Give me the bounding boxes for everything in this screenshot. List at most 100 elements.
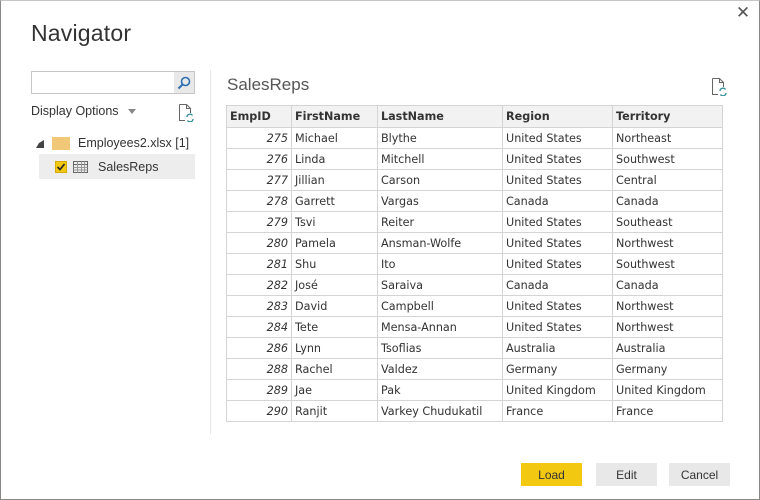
table-cell: Pak xyxy=(377,379,503,401)
preview-table: EmpID FirstName LastName Region Territory 27… xyxy=(226,105,723,422)
table-cell: United States xyxy=(502,316,613,338)
table-cell: 279 xyxy=(226,211,292,233)
search-box xyxy=(31,71,195,94)
table-row: 277 Jillian Carson United States Central xyxy=(226,169,723,191)
table-cell: 283 xyxy=(226,295,292,317)
table-cell: 282 xyxy=(226,274,292,296)
checkmark-icon xyxy=(56,162,66,171)
table-cell: 280 xyxy=(226,232,292,254)
table-cell: 288 xyxy=(226,358,292,380)
dialog-title: Navigator xyxy=(31,20,132,46)
table-row: 276 Linda Mitchell United States Southwest xyxy=(226,148,723,170)
table-cell: Australia xyxy=(612,337,723,359)
table-cell: Central xyxy=(612,169,723,191)
table-cell: Southwest xyxy=(612,148,723,170)
table-cell: Ito xyxy=(377,253,503,275)
cancel-button[interactable]: Cancel xyxy=(669,463,730,486)
table-cell: Australia xyxy=(502,337,613,359)
table-cell: France xyxy=(502,400,613,422)
table-cell: Campbell xyxy=(377,295,503,317)
search-icon xyxy=(177,76,191,89)
table-cell: Ranjit xyxy=(291,400,378,422)
folder-icon xyxy=(52,136,70,150)
display-options-dropdown[interactable]: Display Options xyxy=(31,104,136,118)
table-cell: Southeast xyxy=(612,211,723,233)
table-cell: United States xyxy=(502,295,613,317)
table-row: 281 Shu Ito United States Southwest xyxy=(226,253,723,275)
table-cell: Canada xyxy=(502,274,613,296)
table-cell: 290 xyxy=(226,400,292,422)
table-cell: United Kingdom xyxy=(612,379,723,401)
refresh-button[interactable] xyxy=(178,103,194,127)
table-cell: 276 xyxy=(226,148,292,170)
column-header: Territory xyxy=(612,105,723,128)
table-cell: Southwest xyxy=(612,253,723,275)
table-cell: Mensa-Annan xyxy=(377,316,503,338)
table-cell: Reiter xyxy=(377,211,503,233)
tree-item-workbook[interactable]: Employees2.xlsx [1] xyxy=(36,133,189,153)
table-cell: Northwest xyxy=(612,232,723,254)
table-cell: Lynn xyxy=(291,337,378,359)
table-cell: Mitchell xyxy=(377,148,503,170)
table-cell: Tsoflias xyxy=(377,337,503,359)
salesreps-checkbox[interactable] xyxy=(55,160,67,173)
table-cell: 275 xyxy=(226,127,292,149)
table-cell: United States xyxy=(502,211,613,233)
table-cell: Jillian xyxy=(291,169,378,191)
table-cell: Rachel xyxy=(291,358,378,380)
table-cell: Northeast xyxy=(612,127,723,149)
column-header: LastName xyxy=(377,105,503,128)
table-cell: United States xyxy=(502,169,613,191)
table-cell: France xyxy=(612,400,723,422)
table-cell: Canada xyxy=(502,190,613,212)
table-cell: Shu xyxy=(291,253,378,275)
display-options-label: Display Options xyxy=(31,104,119,118)
table-cell: Tsvi xyxy=(291,211,378,233)
table-cell: 289 xyxy=(226,379,292,401)
table-cell: Ansman-Wolfe xyxy=(377,232,503,254)
table-row: 278 Garrett Vargas Canada Canada xyxy=(226,190,723,212)
tree-item-label: Employees2.xlsx [1] xyxy=(78,136,190,150)
table-row: 284 Tete Mensa-Annan United States Northwest xyxy=(226,316,723,338)
table-cell: Garrett xyxy=(291,190,378,212)
table-cell: Tete xyxy=(291,316,378,338)
pane-divider xyxy=(210,70,211,434)
load-button[interactable]: Load xyxy=(521,463,582,486)
edit-button[interactable]: Edit xyxy=(596,463,657,486)
table-cell: Vargas xyxy=(377,190,503,212)
search-input[interactable] xyxy=(32,72,174,93)
table-cell: Canada xyxy=(612,190,723,212)
search-button[interactable] xyxy=(174,72,194,93)
table-cell: Northwest xyxy=(612,316,723,338)
table-row: 275 Michael Blythe United States Northeast xyxy=(226,127,723,149)
table-cell: 277 xyxy=(226,169,292,191)
preview-refresh-button[interactable] xyxy=(711,77,727,101)
tree-item-label: SalesReps xyxy=(98,159,159,174)
table-row: 280 Pamela Ansman-Wolfe United States Northw… xyxy=(226,232,723,254)
table-row: 288 Rachel Valdez Germany Germany xyxy=(226,358,723,380)
table-cell: Jae xyxy=(291,379,378,401)
refresh-document-icon xyxy=(712,78,727,97)
table-cell: Linda xyxy=(291,148,378,170)
table-cell: David xyxy=(291,295,378,317)
refresh-document-icon xyxy=(179,104,194,123)
tree-item-salesreps[interactable]: SalesReps xyxy=(39,154,195,179)
table-cell: Canada xyxy=(612,274,723,296)
table-cell: Varkey Chudukatil xyxy=(377,400,503,422)
expand-arrow-icon[interactable] xyxy=(36,140,44,148)
column-header: EmpID xyxy=(226,105,292,128)
table-cell: 284 xyxy=(226,316,292,338)
table-row: 279 Tsvi Reiter United States Southeast xyxy=(226,211,723,233)
table-cell: Pamela xyxy=(291,232,378,254)
table-cell: United States xyxy=(502,232,613,254)
table-row: 289 Jae Pak United Kingdom United Kingdom xyxy=(226,379,723,401)
table-header-row: EmpID FirstName LastName Region Territory xyxy=(226,105,723,128)
close-icon: ✕ xyxy=(735,3,751,22)
table-cell: Michael xyxy=(291,127,378,149)
table-cell: 278 xyxy=(226,190,292,212)
table-cell: United Kingdom xyxy=(502,379,613,401)
close-button[interactable]: ✕ xyxy=(734,4,752,22)
table-icon xyxy=(73,160,88,173)
chevron-down-icon xyxy=(127,108,136,114)
table-cell: Blythe xyxy=(377,127,503,149)
